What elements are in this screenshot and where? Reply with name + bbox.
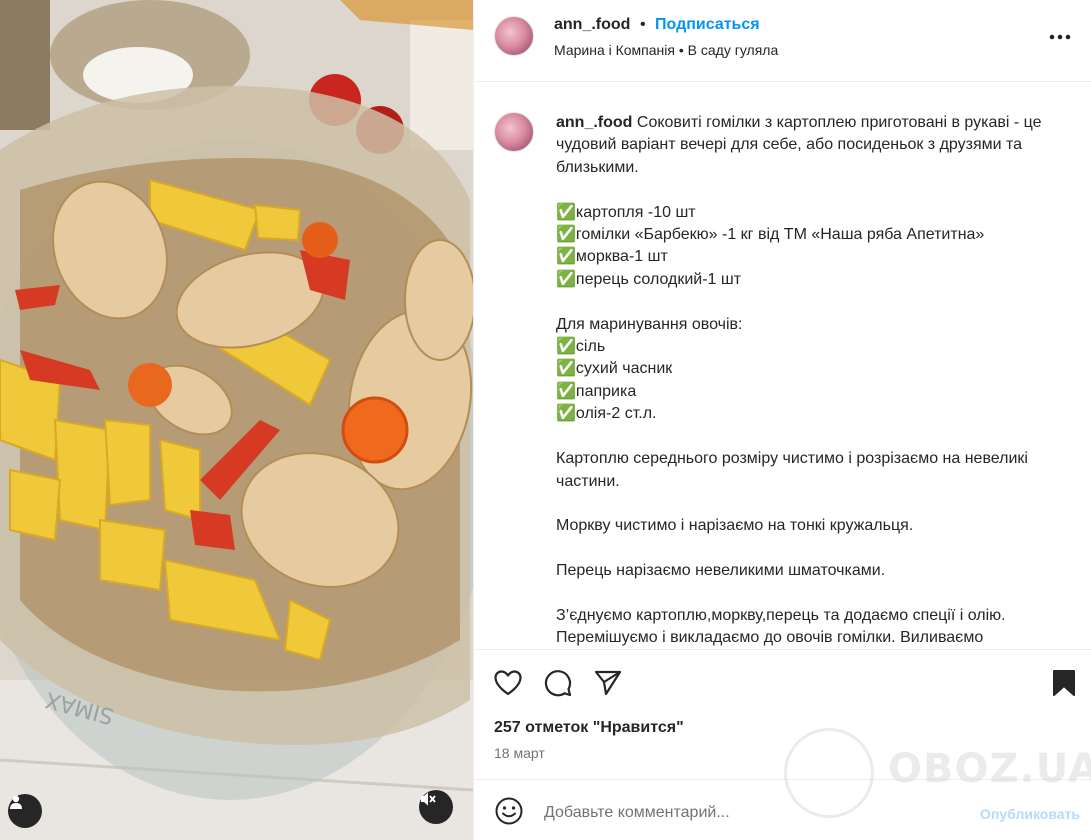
- caption-text: ann_.food Соковиті гомілки з картоплею п…: [556, 112, 1066, 649]
- bookmark-icon: [1053, 670, 1075, 696]
- caption-username-link[interactable]: ann_.food: [556, 114, 632, 131]
- heart-icon: [494, 670, 522, 696]
- paper-plane-icon: [594, 670, 622, 696]
- caption-body: Соковиті гомілки з картоплею приготовані…: [556, 114, 1042, 647]
- mute-button[interactable]: [419, 790, 453, 824]
- caption-avatar[interactable]: [494, 112, 534, 152]
- more-options-button[interactable]: [1047, 24, 1073, 50]
- likes-count[interactable]: 257 отметок "Нравится": [494, 719, 684, 737]
- audio-attribution-link[interactable]: Марина і Компанія • В саду гуляла: [554, 42, 778, 58]
- avatar[interactable]: [494, 16, 534, 56]
- save-button[interactable]: [1048, 667, 1080, 699]
- publish-button[interactable]: Опубликовать: [980, 806, 1080, 822]
- follow-button[interactable]: Подписаться: [655, 16, 760, 34]
- action-bar: 257 отметок "Нравится" 18 март: [474, 649, 1091, 779]
- comment-icon: [544, 670, 572, 697]
- comment-input[interactable]: Добавьте комментарий...: [544, 804, 730, 822]
- user-tag-button[interactable]: [8, 794, 42, 828]
- post-media[interactable]: SIMAX: [0, 0, 473, 840]
- volume-muted-icon: [421, 792, 436, 806]
- comment-bar: Добавьте комментарий... Опубликовать: [474, 779, 1091, 840]
- post-details: ann_.food • Подписаться Марина і Компані…: [473, 0, 1091, 840]
- username-link[interactable]: ann_.food: [554, 16, 630, 34]
- more-icon: [1049, 34, 1071, 40]
- post-date[interactable]: 18 март: [494, 745, 545, 761]
- like-button[interactable]: [492, 667, 524, 699]
- post-header: ann_.food • Подписаться Марина і Компані…: [474, 0, 1091, 82]
- user-icon: [10, 795, 22, 809]
- share-button[interactable]: [592, 667, 624, 699]
- emoji-button[interactable]: [494, 796, 524, 826]
- caption-section: ann_.food Соковиті гомілки з картоплею п…: [474, 83, 1091, 649]
- separator-dot: •: [640, 16, 646, 33]
- smiley-icon: [495, 797, 523, 825]
- food-photo: SIMAX: [0, 0, 473, 840]
- comment-button[interactable]: [542, 667, 574, 699]
